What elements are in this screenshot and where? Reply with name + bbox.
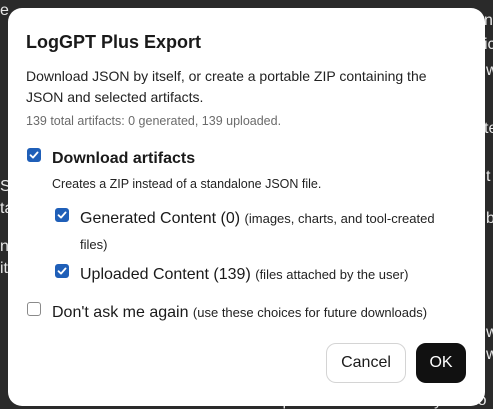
checkmark-icon bbox=[29, 151, 39, 159]
generated-content-note-line2: files) bbox=[80, 237, 108, 252]
generated-content-label: Generated Content (0) bbox=[80, 210, 241, 227]
dont-ask-again-option[interactable]: Don't ask me again (use these choices fo… bbox=[52, 304, 427, 322]
generated-content-note-continued: files) bbox=[80, 236, 107, 254]
uploaded-content-note: (files attached by the user) bbox=[255, 267, 409, 282]
download-artifacts-note: Creates a ZIP instead of a standalone JS… bbox=[52, 177, 322, 191]
export-dialog: LogGPT Plus Export Download JSON by itse… bbox=[8, 8, 485, 406]
cancel-button[interactable]: Cancel bbox=[326, 343, 406, 383]
background-text: ic bbox=[484, 36, 493, 53]
background-text: te bbox=[484, 120, 493, 137]
download-artifacts-option[interactable]: Download artifacts bbox=[52, 150, 195, 168]
background-text: t bbox=[486, 168, 491, 185]
generated-content-checkbox[interactable] bbox=[55, 208, 69, 222]
uploaded-content-checkbox[interactable] bbox=[55, 264, 69, 278]
dialog-title: LogGPT Plus Export bbox=[26, 32, 202, 52]
background-text: w bbox=[486, 324, 493, 341]
background-text: nc bbox=[484, 12, 493, 29]
background-text: w bbox=[486, 346, 493, 363]
artifact-summary: 139 total artifacts: 0 generated, 139 up… bbox=[26, 114, 282, 128]
dont-ask-again-note: (use these choices for future downloads) bbox=[192, 305, 428, 320]
dont-ask-again-label: Don't ask me again bbox=[52, 304, 189, 321]
dialog-description: Download JSON by itself, or create a por… bbox=[26, 68, 427, 105]
download-artifacts-checkbox[interactable] bbox=[27, 148, 41, 162]
generated-content-note: (images, charts, and tool-created bbox=[244, 211, 435, 226]
uploaded-content-label: Uploaded Content (139) bbox=[80, 266, 251, 283]
uploaded-content-option[interactable]: Uploaded Content (139) (files attached b… bbox=[80, 266, 408, 284]
ok-button[interactable]: OK bbox=[416, 343, 466, 383]
checkmark-icon bbox=[57, 267, 67, 275]
checkmark-icon bbox=[57, 211, 67, 219]
background-text: w bbox=[486, 62, 493, 79]
dont-ask-again-checkbox[interactable] bbox=[27, 302, 41, 316]
generated-content-option[interactable]: Generated Content (0) (images, charts, a… bbox=[80, 210, 435, 228]
download-artifacts-label: Download artifacts bbox=[52, 150, 196, 167]
background-text: b bbox=[486, 210, 493, 227]
